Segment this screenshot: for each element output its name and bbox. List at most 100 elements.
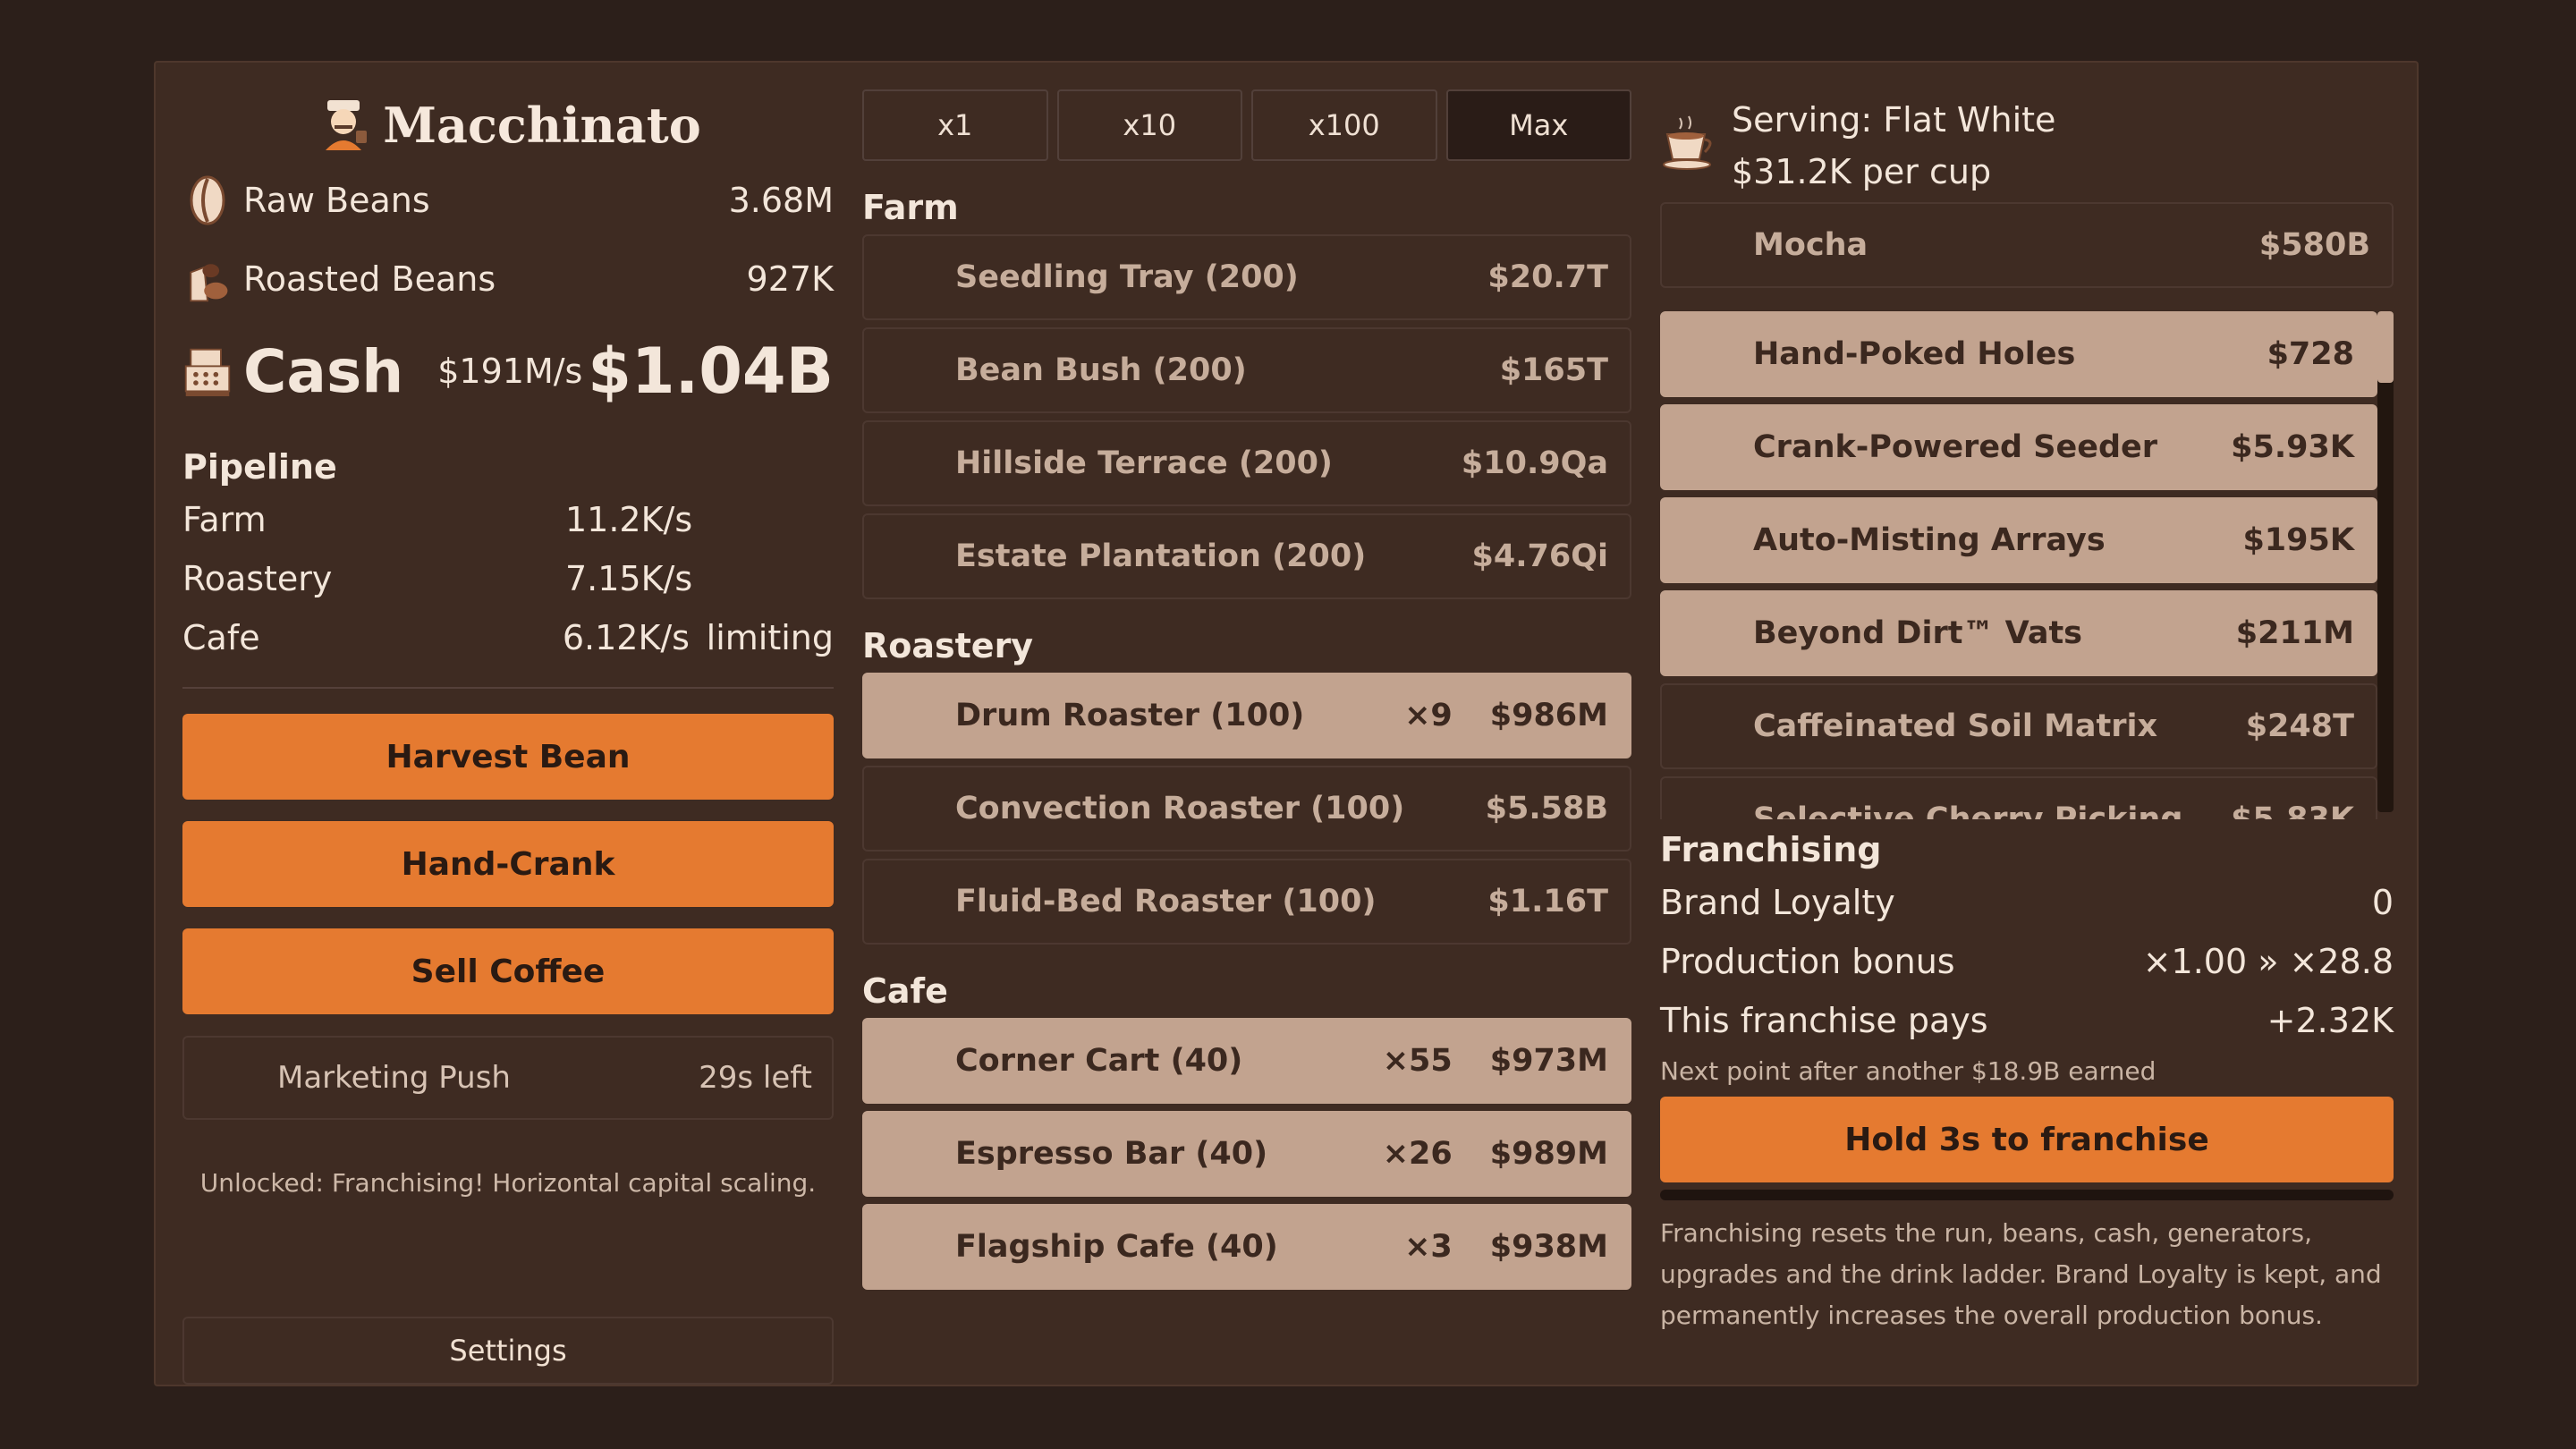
pipeline-row-roastery: Roastery 7.15K/s — [182, 549, 834, 608]
pipeline-row-farm: Farm 11.2K/s — [182, 490, 834, 549]
generator-convection-roaster[interactable]: Convection Roaster (100) $5.58B — [862, 766, 1631, 852]
generator-fluid-bed-roaster[interactable]: Fluid-Bed Roaster (100) $1.16T — [862, 859, 1631, 945]
upgrade-cost: $248T — [2245, 708, 2354, 744]
upgrade-name: Beyond Dirt™ Vats — [1753, 615, 2083, 651]
farm-group-title: Farm — [862, 188, 959, 227]
upgrade-item[interactable]: Selective Cherry Picking $5.83K — [1660, 776, 2377, 819]
hand-crank-button[interactable]: Hand-Crank — [182, 821, 834, 907]
franchise-description: Franchising resets the run, beans, cash,… — [1660, 1218, 2382, 1330]
generator-cost: $989M — [1489, 1136, 1608, 1172]
brand-loyalty-row: Brand Loyalty 0 — [1660, 873, 2394, 932]
raw-beans-label: Raw Beans — [243, 181, 430, 220]
multiplier-x1-button[interactable]: x1 — [862, 89, 1048, 161]
generator-cost: $165T — [1499, 352, 1608, 388]
generator-name: Bean Bush (200) — [955, 352, 1247, 388]
generator-hillside-terrace[interactable]: Hillside Terrace (200) $10.9Qa — [862, 420, 1631, 506]
upgrade-cost: $195K — [2242, 522, 2354, 558]
upgrade-list: Hand-Poked Holes $728 Crank-Powered Seed… — [1660, 311, 2394, 819]
generator-name: Estate Plantation (200) — [955, 538, 1367, 574]
upgrade-name: Selective Cherry Picking — [1753, 801, 2183, 819]
upgrade-cost: $5.83K — [2231, 801, 2354, 819]
upgrade-name: Auto-Misting Arrays — [1753, 522, 2106, 558]
cash-rate: $191M/s — [437, 352, 583, 391]
upgrade-cost: $211M — [2235, 615, 2354, 651]
upgrade-scroll-thumb[interactable] — [2377, 311, 2394, 383]
upgrade-item[interactable]: Caffeinated Soil Matrix $248T — [1660, 683, 2377, 769]
right-column: Serving: Flat White $31.2K per cup Mocha… — [1660, 89, 2394, 1336]
unlock-message: Unlocked: Franchising! Horizontal capita… — [199, 1168, 817, 1198]
upgrade-name: Mocha — [1753, 227, 1868, 263]
divider — [182, 687, 834, 689]
pipeline-list: Farm 11.2K/s Roastery 7.15K/s Cafe 6.12K… — [182, 490, 834, 667]
drink-upgrade-mocha[interactable]: Mocha $580B — [1660, 202, 2394, 288]
brand-title: Macchinato — [383, 97, 701, 154]
serving-price: $31.2K per cup — [1732, 152, 1992, 191]
raw-beans-row: Raw Beans 3.68M — [182, 161, 834, 240]
pipeline-name: Roastery — [182, 559, 333, 598]
brand-loyalty-label: Brand Loyalty — [1660, 883, 1895, 922]
generator-espresso-bar[interactable]: Espresso Bar (40) ×26 $989M — [862, 1111, 1631, 1197]
upgrade-cost: $728 — [2267, 336, 2354, 372]
multiplier-x10-button[interactable]: x10 — [1056, 89, 1242, 161]
generator-count: ×26 — [1382, 1136, 1453, 1172]
generator-name: Seedling Tray (200) — [955, 259, 1299, 295]
upgrade-name: Caffeinated Soil Matrix — [1753, 708, 2158, 744]
generator-seedling-tray[interactable]: Seedling Tray (200) $20.7T — [862, 234, 1631, 320]
coffee-bean-icon — [182, 172, 233, 229]
upgrade-scrollbar[interactable] — [2377, 311, 2394, 812]
generator-count: ×9 — [1404, 698, 1453, 733]
multiplier-x100-button[interactable]: x100 — [1251, 89, 1437, 161]
generator-estate-plantation[interactable]: Estate Plantation (200) $4.76Qi — [862, 513, 1631, 599]
generator-cost: $1.16T — [1487, 884, 1608, 919]
coffee-cup-icon — [1660, 114, 1719, 177]
generator-cost: $5.58B — [1485, 791, 1608, 826]
generator-cost: $10.9Qa — [1461, 445, 1608, 481]
sell-coffee-button[interactable]: Sell Coffee — [182, 928, 834, 1014]
cash-register-icon — [182, 343, 233, 400]
generator-name: Hillside Terrace (200) — [955, 445, 1333, 481]
upgrade-item[interactable]: Beyond Dirt™ Vats $211M — [1660, 590, 2377, 676]
generator-cost: $20.7T — [1487, 259, 1608, 295]
buy-multiplier-group: x1 x10 x100 Max — [862, 89, 1631, 161]
raw-beans-value: 3.68M — [728, 181, 834, 220]
generator-cost: $973M — [1489, 1043, 1608, 1079]
generator-name: Fluid-Bed Roaster (100) — [955, 884, 1377, 919]
upgrade-name: Crank-Powered Seeder — [1753, 429, 2158, 465]
generator-count: ×55 — [1382, 1043, 1453, 1079]
upgrade-item[interactable]: Hand-Poked Holes $728 — [1660, 311, 2377, 397]
upgrade-item[interactable]: Crank-Powered Seeder $5.93K — [1660, 404, 2377, 490]
upgrade-item[interactable]: Auto-Misting Arrays $195K — [1660, 497, 2377, 583]
franchise-pays-value: +2.32K — [2267, 1001, 2394, 1040]
settings-button[interactable]: Settings — [182, 1317, 834, 1385]
generator-name: Drum Roaster (100) — [955, 698, 1305, 733]
cash-row: Cash $191M/s $1.04B — [182, 318, 834, 424]
generator-bean-bush[interactable]: Bean Bush (200) $165T — [862, 327, 1631, 413]
pipeline-name: Farm — [182, 500, 267, 539]
pipeline-limiting-note: limiting — [706, 618, 834, 657]
pipeline-name: Cafe — [182, 618, 260, 657]
generator-flagship-cafe[interactable]: Flagship Cafe (40) ×3 $938M — [862, 1204, 1631, 1290]
pipeline-rate: 11.2K/s — [565, 500, 693, 539]
middle-column: x1 x10 x100 Max Farm Seedling Tray (200)… — [862, 89, 1631, 1297]
generator-count: ×3 — [1404, 1229, 1453, 1265]
pipeline-row-cafe: Cafe 6.12K/s limiting — [182, 608, 834, 667]
roasted-beans-sack-icon — [182, 250, 233, 308]
hold-to-franchise-button[interactable]: Hold 3s to franchise — [1660, 1097, 2394, 1182]
marketing-push-button[interactable]: Marketing Push 29s left — [182, 1036, 834, 1120]
harvest-bean-button[interactable]: Harvest Bean — [182, 714, 834, 800]
production-bonus-label: Production bonus — [1660, 942, 1955, 981]
generator-drum-roaster[interactable]: Drum Roaster (100) ×9 $986M — [862, 673, 1631, 758]
franchise-hold-progress — [1660, 1190, 2394, 1200]
marketing-push-timer: 29s left — [699, 1060, 812, 1096]
brand-header: Macchinato — [182, 89, 834, 161]
franchise-pays-label: This franchise pays — [1660, 1001, 1988, 1040]
production-bonus-row: Production bonus ×1.00 » ×28.8 — [1660, 932, 2394, 991]
next-point-note: Next point after another $18.9B earned — [1660, 1055, 2157, 1086]
multiplier-max-button[interactable]: Max — [1445, 89, 1631, 161]
cash-label: Cash — [243, 336, 404, 406]
pipeline-title: Pipeline — [182, 447, 337, 487]
franchising-title: Franchising — [1660, 830, 1882, 869]
upgrade-cost: $5.93K — [2231, 429, 2354, 465]
generator-corner-cart[interactable]: Corner Cart (40) ×55 $973M — [862, 1018, 1631, 1104]
roasted-beans-label: Roasted Beans — [243, 259, 496, 299]
